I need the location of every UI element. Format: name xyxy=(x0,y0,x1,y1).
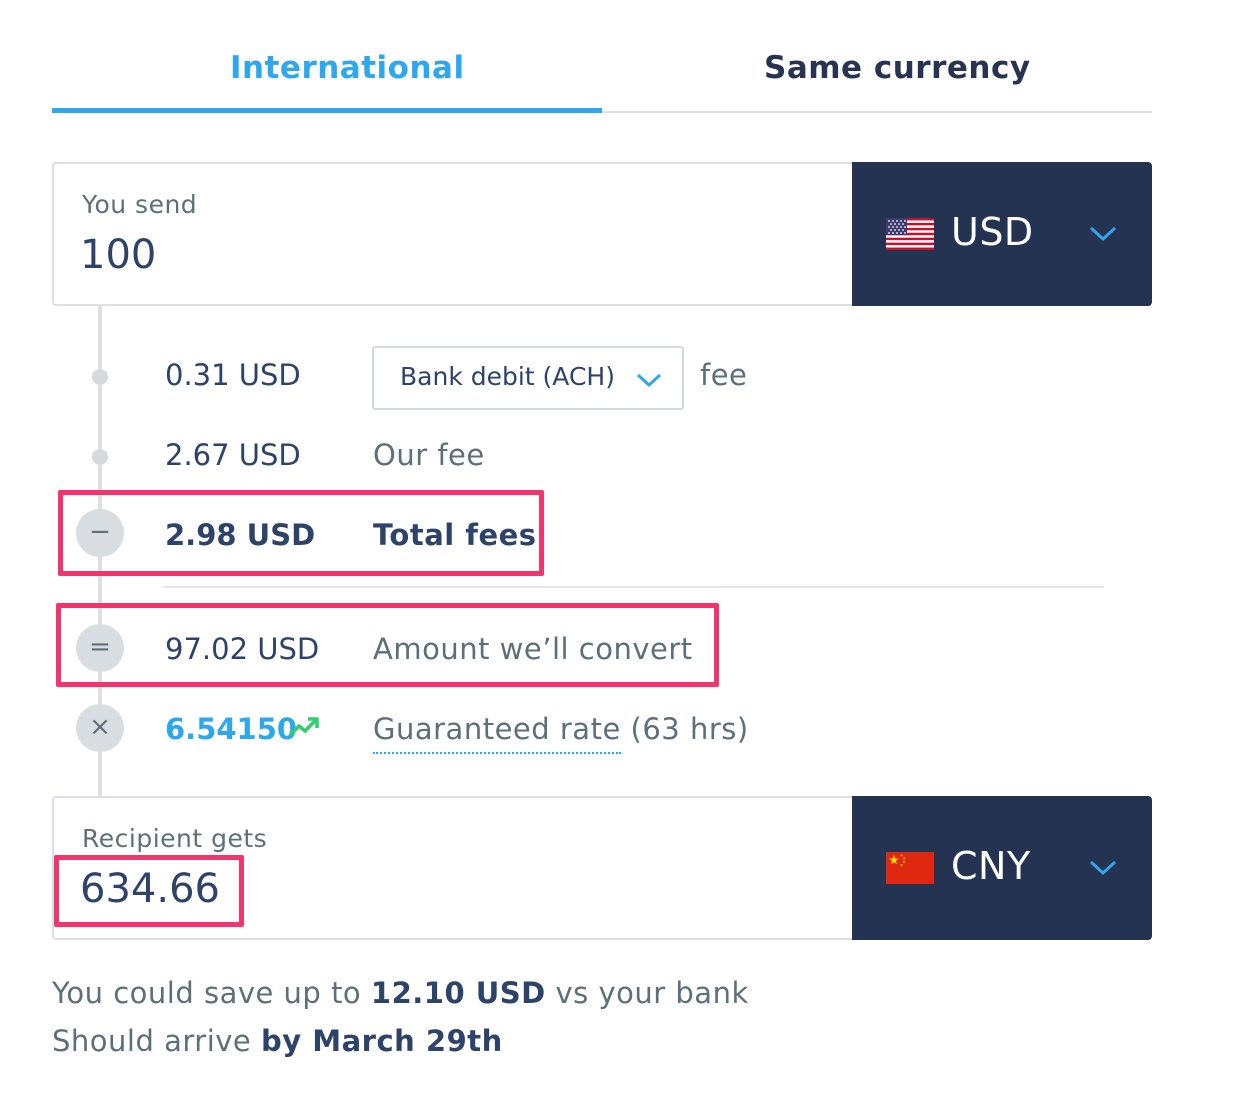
exchange-rate-value: 6.54150 xyxy=(165,712,298,746)
send-currency-code: USD xyxy=(951,210,1034,254)
chevron-down-icon xyxy=(1089,226,1117,242)
chevron-down-icon xyxy=(636,373,662,388)
payment-method-value: Bank debit (ACH) xyxy=(400,362,615,391)
send-currency-selector[interactable]: USD xyxy=(852,162,1152,306)
rate-duration: (63 hrs) xyxy=(620,712,749,746)
divider xyxy=(163,586,1104,588)
guaranteed-rate-row: Guaranteed rate (63 hrs) xyxy=(373,712,749,754)
payment-method-select[interactable]: Bank debit (ACH) xyxy=(372,346,684,410)
arrival-note: Should arrive by March 29th xyxy=(52,1024,503,1058)
arrival-prefix: Should arrive xyxy=(52,1024,261,1058)
receive-label: Recipient gets xyxy=(82,824,268,853)
send-amount-input[interactable]: 100 xyxy=(80,232,156,278)
send-label: You send xyxy=(82,190,198,219)
guaranteed-rate-link[interactable]: Guaranteed rate xyxy=(373,712,621,754)
highlight-box-convert-amount xyxy=(56,603,719,687)
our-fee-label: Our fee xyxy=(373,438,485,472)
payment-fee-amount: 0.31 USD xyxy=(165,358,301,392)
china-flag-icon xyxy=(886,852,934,884)
savings-prefix: You could save up to xyxy=(52,976,371,1010)
our-fee-amount: 2.67 USD xyxy=(165,438,301,472)
transfer-type-tabs: International Same currency xyxy=(52,0,1152,113)
savings-amount: 12.10 USD xyxy=(370,976,546,1010)
chevron-down-icon xyxy=(1089,860,1117,876)
timeline-dot xyxy=(92,369,108,385)
receive-currency-selector[interactable]: CNY xyxy=(852,796,1152,940)
payment-fee-suffix: fee xyxy=(700,358,748,392)
timeline-dot xyxy=(92,449,108,465)
arrival-date: by March 29th xyxy=(260,1024,503,1058)
receive-currency-code: CNY xyxy=(951,844,1031,888)
highlight-box-recipient-amount xyxy=(54,855,244,927)
send-amount-field[interactable]: You send 100 USD xyxy=(52,162,1152,306)
tab-same-currency[interactable]: Same currency xyxy=(764,50,1031,86)
us-flag-icon xyxy=(886,218,934,250)
tab-international[interactable]: International xyxy=(230,50,465,86)
trending-up-icon xyxy=(288,717,319,737)
savings-note: You could save up to 12.10 USD vs your b… xyxy=(52,976,749,1010)
savings-suffix: vs your bank xyxy=(545,976,749,1010)
highlight-box-total-fees xyxy=(58,490,544,576)
active-tab-indicator xyxy=(52,108,602,113)
multiply-icon: × xyxy=(76,704,124,752)
